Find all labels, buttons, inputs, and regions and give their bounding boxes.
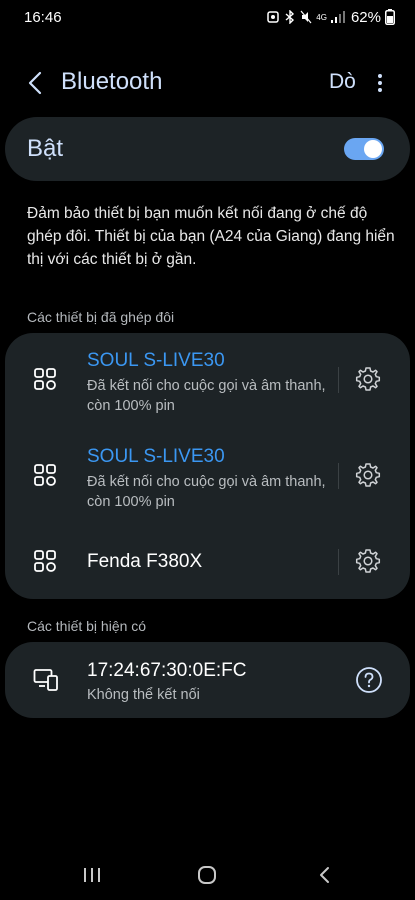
- gear-icon: [355, 463, 381, 487]
- status-time: 16:46: [24, 8, 62, 26]
- paired-device-row[interactable]: SOUL S-LIVE30 Đã kết nối cho cuộc gọi và…: [5, 333, 410, 429]
- device-name: SOUL S-LIVE30: [87, 350, 225, 371]
- mute-icon: [300, 10, 312, 24]
- app-header: Bluetooth Dò: [0, 58, 415, 108]
- switch-knob: [364, 140, 382, 158]
- signal-icon: [330, 11, 345, 23]
- available-device-row[interactable]: 17:24:67:30:0E:FC Không thể kết nối: [5, 642, 410, 718]
- back-nav-button[interactable]: [309, 860, 339, 890]
- phone-monitor-icon: [33, 669, 58, 691]
- system-nav-bar: [0, 846, 415, 900]
- grid-device-icon: [34, 464, 56, 486]
- more-vertical-icon: [378, 74, 382, 92]
- bluetooth-toggle-card[interactable]: Bật: [5, 117, 410, 181]
- alarm-icon: [266, 10, 280, 24]
- device-status: Không thể kết nối: [87, 687, 200, 703]
- device-status: Đã kết nối cho cuộc gọi và âm thanh, còn…: [87, 378, 326, 414]
- available-devices-card: 17:24:67:30:0E:FC Không thể kết nối: [5, 642, 410, 718]
- visibility-description: Đảm bảo thiết bị bạn muốn kết nối đang ở…: [27, 205, 395, 268]
- bluetooth-status-icon: [284, 10, 296, 24]
- paired-device-row[interactable]: Fenda F380X: [5, 525, 410, 599]
- grid-device-icon: [34, 550, 56, 572]
- device-settings-button[interactable]: [354, 365, 382, 393]
- bluetooth-switch[interactable]: [344, 138, 384, 160]
- paired-devices-header: Các thiết bị đã ghép đôi: [27, 309, 175, 325]
- device-settings-button[interactable]: [354, 547, 382, 575]
- device-settings-button[interactable]: [354, 461, 382, 489]
- recent-apps-icon: [84, 868, 100, 882]
- device-address: 17:24:67:30:0E:FC: [87, 660, 247, 681]
- back-button[interactable]: [22, 70, 48, 96]
- paired-devices-card: SOUL S-LIVE30 Đã kết nối cho cuộc gọi và…: [5, 333, 410, 599]
- device-name: Fenda F380X: [87, 551, 203, 572]
- back-arrow-icon: [320, 867, 329, 883]
- device-name: SOUL S-LIVE30: [87, 446, 225, 467]
- row-divider: [338, 367, 339, 393]
- row-divider: [338, 463, 339, 489]
- recent-apps-button[interactable]: [77, 860, 107, 890]
- row-divider: [338, 549, 339, 575]
- home-button[interactable]: [192, 860, 222, 890]
- home-icon: [198, 866, 216, 884]
- available-devices-header: Các thiết bị hiện có: [27, 618, 147, 634]
- grid-device-icon: [34, 368, 56, 390]
- help-button[interactable]: [355, 666, 383, 694]
- question-circle-icon: [356, 667, 382, 693]
- scan-button[interactable]: Dò: [329, 70, 356, 94]
- network-type-icon: 4G: [316, 12, 327, 22]
- gear-icon: [355, 367, 381, 391]
- status-bar: 16:46 4G 62%: [0, 0, 415, 34]
- battery-icon: [385, 9, 395, 25]
- bluetooth-settings-screen: 16:46 4G 62% Bluetooth Dò Bật Đảm bảo th…: [0, 0, 415, 900]
- battery-percent: 62%: [350, 8, 381, 26]
- device-status: Đã kết nối cho cuộc gọi và âm thanh, còn…: [87, 474, 326, 510]
- status-icons: 4G 62%: [266, 9, 395, 26]
- page-title: Bluetooth: [61, 68, 163, 95]
- chevron-left-icon: [28, 71, 42, 95]
- toggle-label: Bật: [27, 135, 64, 162]
- more-options-button[interactable]: [370, 70, 390, 96]
- gear-icon: [355, 549, 381, 573]
- paired-device-row[interactable]: SOUL S-LIVE30 Đã kết nối cho cuộc gọi và…: [5, 429, 410, 525]
